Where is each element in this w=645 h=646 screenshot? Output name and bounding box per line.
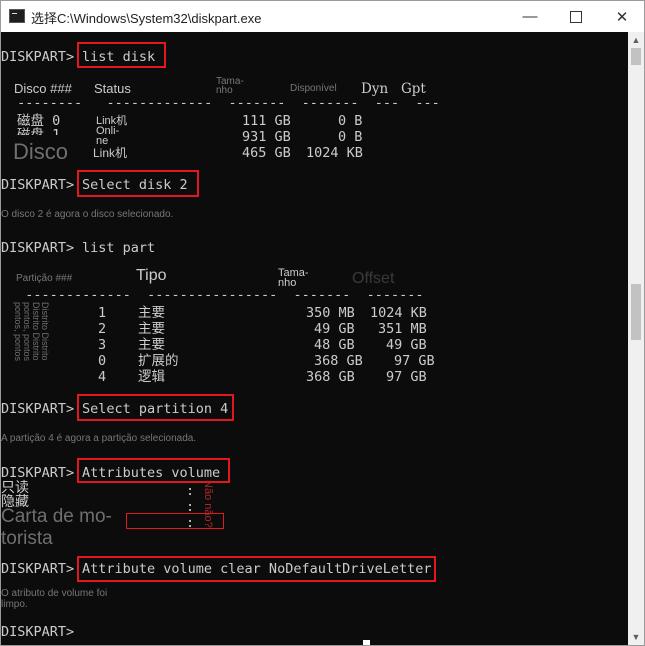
partition-type: 主要: [138, 321, 165, 337]
status-message: O disco 2 é agora o disco selecionado.: [1, 209, 174, 220]
console-output[interactable]: DISKPART> list disk Disco ### Status Tam…: [1, 32, 628, 645]
prompt: DISKPART>: [1, 465, 75, 481]
disk-status: Onli- ne: [96, 125, 120, 147]
partition-size: 368 GB: [314, 353, 363, 369]
partition-number: 0: [98, 353, 107, 369]
partition-number: 3: [98, 337, 107, 353]
prompt: DISKPART>: [1, 177, 75, 193]
col-header-offset: Offset: [352, 270, 395, 287]
text-cursor: [363, 640, 370, 645]
partition-type: 扩展的: [138, 353, 179, 369]
prompt: DISKPART>: [1, 49, 75, 65]
prompt: DISKPART>: [1, 240, 75, 256]
disk-free: 0 B: [338, 129, 363, 145]
partition-type: 主要: [138, 337, 165, 353]
scrollbar-top-handle[interactable]: [631, 48, 641, 65]
prompt: DISKPART>: [1, 401, 75, 417]
minimize-icon: —: [522, 8, 538, 25]
col-header-tipo: Tipo: [136, 267, 167, 284]
attribute-colon: :: [186, 483, 195, 499]
partition-side-label: Distrito Distrito Distrito Distrito pont…: [13, 302, 50, 362]
col-header-tamanho: Tama- nho: [216, 76, 244, 96]
disk-free: 0 B: [338, 113, 363, 129]
disk-name: 磁盘 1: [17, 127, 61, 135]
col-header-particao: Partição ###: [16, 273, 73, 284]
partition-type: 主要: [138, 305, 165, 321]
prompt: DISKPART>: [1, 561, 75, 577]
highlight-box: [77, 394, 234, 421]
disk-status: Link机: [93, 146, 128, 160]
partition-offset: 49 GB: [386, 337, 427, 353]
close-icon: ✕: [615, 8, 629, 26]
partition-number: 4: [98, 369, 107, 385]
disk-size: 111 GB: [242, 113, 291, 129]
maximize-icon: [570, 10, 582, 23]
disk-free: 1024 KB: [306, 145, 363, 161]
command-text: list part: [82, 240, 156, 256]
status-message: O atributo de volume foi limpo.: [1, 588, 108, 610]
col-header-tamanho: Tama- nho: [278, 267, 309, 289]
partition-size: 368 GB: [306, 369, 355, 385]
scroll-down-arrow-icon[interactable]: ▼: [628, 629, 644, 645]
partition-number: 2: [98, 321, 107, 337]
highlight-box: [77, 170, 199, 197]
separator-line: ------------- ---------------- ------- -…: [9, 287, 424, 303]
partition-offset: 97 GB: [386, 369, 427, 385]
window-title: 选择C:\Windows\System32\diskpart.exe: [31, 11, 262, 26]
disk-size: 931 GB: [242, 129, 291, 145]
console-app-icon: [9, 9, 25, 23]
status-message: A partição 4 é agora a partição selecion…: [1, 433, 197, 444]
partition-size: 49 GB: [314, 321, 355, 337]
scrollbar-thumb[interactable]: [631, 284, 641, 340]
close-button[interactable]: ✕: [599, 1, 644, 32]
partition-offset: 1024 KB: [370, 305, 427, 321]
console-window: 选择C:\Windows\System32\diskpart.exe — ✕ D…: [0, 0, 645, 646]
vertical-scrollbar[interactable]: ▲ ▼: [628, 32, 644, 645]
highlight-box: [77, 556, 436, 582]
partition-size: 48 GB: [314, 337, 355, 353]
partition-type: 逻辑: [138, 369, 165, 385]
disk-name: Disco: [13, 139, 69, 164]
separator-line: -------- ------------- ------- ------- -…: [9, 95, 440, 111]
disk-size: 465 GB: [242, 145, 291, 161]
partition-number: 1: [98, 305, 107, 321]
maximize-button[interactable]: [553, 1, 599, 32]
partition-offset: 351 MB: [378, 321, 427, 337]
partition-offset: 97 GB: [394, 353, 435, 369]
prompt: DISKPART>: [1, 624, 75, 640]
minimize-button[interactable]: —: [507, 1, 553, 32]
highlight-box: [77, 42, 166, 68]
attribute-label: Carta de mo- torista: [1, 506, 112, 549]
scroll-up-arrow-icon[interactable]: ▲: [628, 32, 644, 48]
partition-size: 350 MB: [306, 305, 355, 321]
attribute-values: Não não?: [202, 480, 214, 528]
title-bar[interactable]: 选择C:\Windows\System32\diskpart.exe — ✕: [1, 1, 644, 32]
